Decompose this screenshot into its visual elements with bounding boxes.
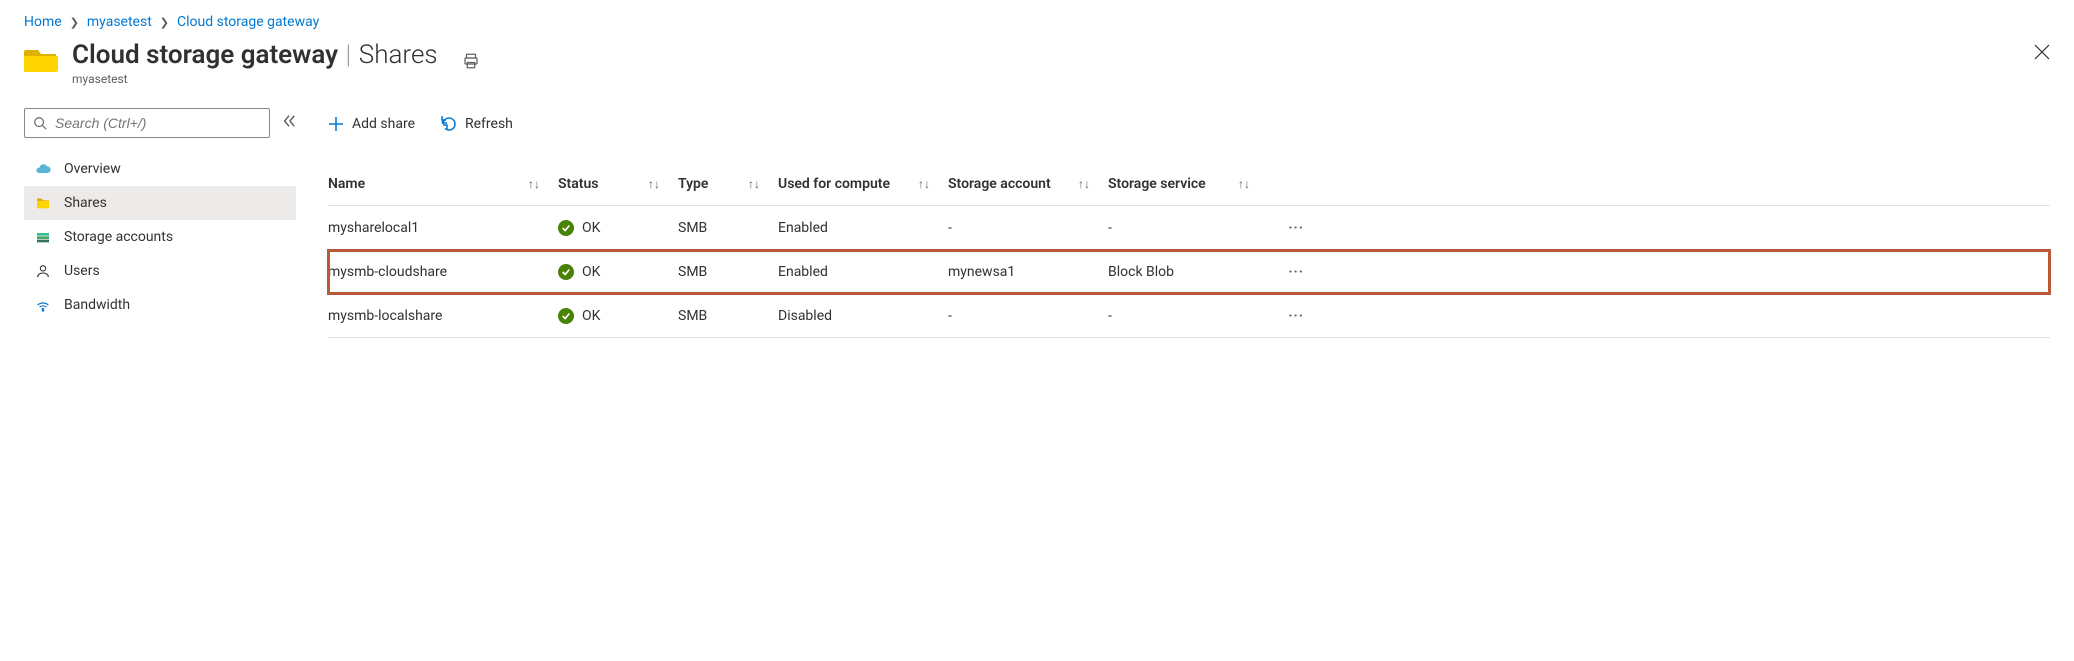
cloud-icon xyxy=(34,161,52,177)
collapse-sidebar-button[interactable] xyxy=(282,114,296,132)
folder-icon xyxy=(34,195,52,211)
row-more-button[interactable]: ··· xyxy=(1268,220,1308,236)
status-ok-icon xyxy=(558,264,574,280)
add-share-button[interactable]: Add share xyxy=(328,116,415,132)
search-icon xyxy=(33,116,47,130)
cell-name[interactable]: mysmb-localshare xyxy=(328,308,558,324)
column-header-name[interactable]: Name↑↓ xyxy=(328,176,558,192)
wifi-icon xyxy=(34,297,52,313)
row-more-button[interactable]: ··· xyxy=(1268,308,1308,324)
sidebar-item-shares[interactable]: Shares xyxy=(24,186,296,220)
refresh-label: Refresh xyxy=(465,116,513,132)
sidebar-item-users[interactable]: Users xyxy=(24,254,296,288)
sidebar-item-label: Storage accounts xyxy=(64,229,173,245)
cell-name[interactable]: mysharelocal1 xyxy=(328,220,558,236)
search-input-wrapper[interactable] xyxy=(24,108,270,138)
sidebar-item-label: Users xyxy=(64,263,100,279)
cell-service: - xyxy=(1108,308,1268,324)
toolbar: Add share Refresh xyxy=(328,108,2050,140)
user-icon xyxy=(34,263,52,279)
sort-icon: ↑↓ xyxy=(1078,177,1090,191)
row-more-button[interactable]: ··· xyxy=(1268,264,1308,280)
cell-compute: Disabled xyxy=(778,308,948,324)
sort-icon: ↑↓ xyxy=(1238,177,1250,191)
cell-account: - xyxy=(948,308,1108,324)
cell-service: Block Blob xyxy=(1108,264,1268,280)
sort-icon: ↑↓ xyxy=(648,177,660,191)
sidebar-item-bandwidth[interactable]: Bandwidth xyxy=(24,288,296,322)
column-header-service[interactable]: Storage service↑↓ xyxy=(1108,176,1268,192)
status-ok-icon xyxy=(558,220,574,236)
close-button[interactable] xyxy=(2034,44,2050,64)
sidebar-item-overview[interactable]: Overview xyxy=(24,152,296,186)
table-row[interactable]: mysmb-cloudshareOKSMBEnabledmynewsa1Bloc… xyxy=(328,250,2050,294)
print-icon[interactable] xyxy=(462,52,480,74)
page-subtitle: myasetest xyxy=(72,72,438,86)
sort-icon: ↑↓ xyxy=(918,177,930,191)
title-separator: | xyxy=(346,40,352,70)
table-row[interactable]: mysmb-localshareOKSMBDisabled--··· xyxy=(328,294,2050,338)
sidebar-item-label: Shares xyxy=(64,195,107,211)
sidebar-item-label: Bandwidth xyxy=(64,297,130,313)
cell-status: OK xyxy=(558,220,678,236)
folder-icon xyxy=(24,46,58,74)
cell-account: mynewsa1 xyxy=(948,264,1108,280)
cell-name[interactable]: mysmb-cloudshare xyxy=(328,264,558,280)
sort-icon: ↑↓ xyxy=(528,177,540,191)
sidebar-item-label: Overview xyxy=(64,161,121,177)
cell-status: OK xyxy=(558,264,678,280)
table-header: Name↑↓ Status↑↓ Type↑↓ Used for compute↑… xyxy=(328,162,2050,206)
cell-type: SMB xyxy=(678,220,778,236)
chevron-right-icon: ❯ xyxy=(70,16,79,29)
status-ok-icon xyxy=(558,308,574,324)
search-input[interactable] xyxy=(53,114,261,132)
sidebar: Overview Shares Storage accounts Users Bandw… xyxy=(24,108,296,338)
breadcrumb-link-home[interactable]: Home xyxy=(24,14,62,30)
chevron-right-icon: ❯ xyxy=(160,16,169,29)
column-header-type[interactable]: Type↑↓ xyxy=(678,176,778,192)
chevron-double-left-icon xyxy=(282,114,296,128)
cell-status: OK xyxy=(558,308,678,324)
table-row[interactable]: mysharelocal1OKSMBEnabled--··· xyxy=(328,206,2050,250)
cell-service: - xyxy=(1108,220,1268,236)
column-header-account[interactable]: Storage account↑↓ xyxy=(948,176,1108,192)
breadcrumb-link-resource[interactable]: myasetest xyxy=(87,14,152,30)
cell-account: - xyxy=(948,220,1108,236)
cell-compute: Enabled xyxy=(778,264,948,280)
breadcrumb-link-current[interactable]: Cloud storage gateway xyxy=(177,14,319,30)
plus-icon xyxy=(328,116,344,132)
page-title: Cloud storage gateway xyxy=(72,40,338,70)
sidebar-item-storage-accounts[interactable]: Storage accounts xyxy=(24,220,296,254)
breadcrumb: Home ❯ myasetest ❯ Cloud storage gateway xyxy=(24,14,2050,30)
main-content: Add share Refresh Name↑↓ Status↑↓ Type↑↓… xyxy=(296,108,2050,338)
sort-icon: ↑↓ xyxy=(748,177,760,191)
cell-type: SMB xyxy=(678,308,778,324)
page-section: Shares xyxy=(359,40,438,70)
add-share-label: Add share xyxy=(352,116,415,132)
cell-compute: Enabled xyxy=(778,220,948,236)
refresh-button[interactable]: Refresh xyxy=(441,116,513,132)
refresh-icon xyxy=(441,116,457,132)
cell-type: SMB xyxy=(678,264,778,280)
shares-table: Name↑↓ Status↑↓ Type↑↓ Used for compute↑… xyxy=(328,162,2050,338)
column-header-status[interactable]: Status↑↓ xyxy=(558,176,678,192)
storage-icon xyxy=(34,229,52,245)
column-header-compute[interactable]: Used for compute↑↓ xyxy=(778,176,948,192)
